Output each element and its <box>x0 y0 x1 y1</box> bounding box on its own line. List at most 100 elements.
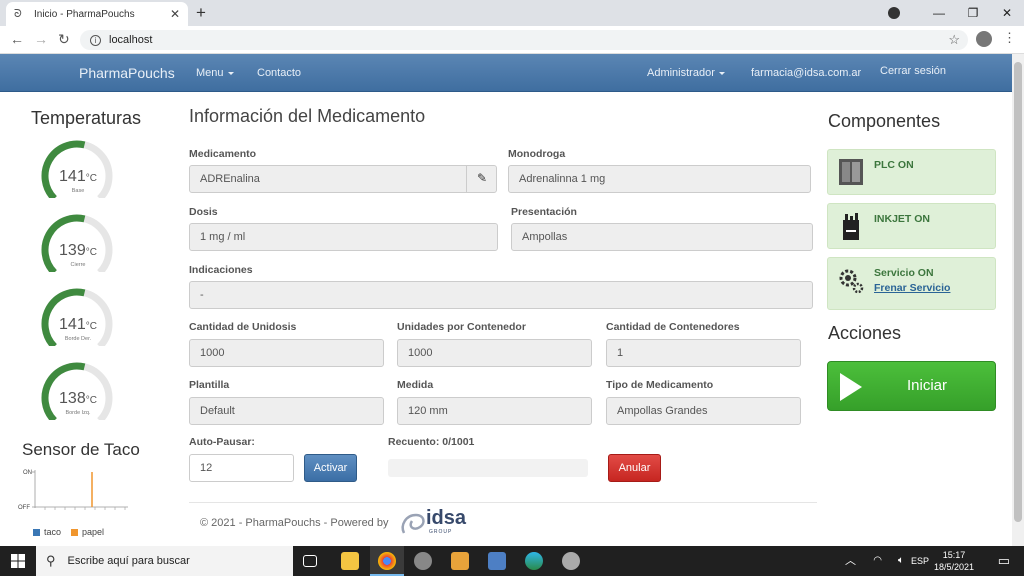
notifications-icon[interactable]: ▭ <box>998 546 1010 576</box>
gauge-label: Base <box>71 188 85 194</box>
gauge-borde-der: 141°C Borde Der. <box>38 286 118 350</box>
settings-gear-icon[interactable] <box>414 552 432 570</box>
taskbar-clock[interactable]: 15:17 18/5/2021 <box>934 549 974 573</box>
form-title: Información del Medicamento <box>189 106 426 126</box>
sensor-x-ticks <box>44 507 126 510</box>
plantilla-label: Plantilla <box>189 379 230 391</box>
plc-status-panel: PLC ON <box>827 149 996 195</box>
record-icon[interactable] <box>888 7 900 19</box>
forward-icon[interactable]: → <box>34 31 48 47</box>
presentacion-field[interactable]: Ampollas <box>511 223 813 251</box>
medida-field[interactable]: 120 mm <box>397 397 592 425</box>
tray-chevron-icon[interactable]: ︿ <box>845 546 856 576</box>
app-icon[interactable] <box>451 552 469 570</box>
chrome-icon[interactable] <box>378 552 396 570</box>
cant-unidosis-field[interactable]: 1000 <box>189 339 384 367</box>
dosis-label: Dosis <box>189 206 218 218</box>
unidades-cont-field[interactable]: 1000 <box>397 339 592 367</box>
recuento-progress-bar <box>388 459 588 477</box>
info-icon[interactable]: i <box>90 34 101 46</box>
app-icon[interactable] <box>562 552 580 570</box>
autopausar-input[interactable]: 12 <box>189 454 294 482</box>
sensor-title: Sensor de Taco <box>22 440 140 459</box>
dosis-field[interactable]: 1 mg / ml <box>189 223 498 251</box>
file-explorer-icon[interactable] <box>341 552 359 570</box>
profile-avatar-icon[interactable] <box>976 31 992 47</box>
email-link[interactable]: farmacia@idsa.com.ar <box>751 54 861 92</box>
iniciar-button[interactable]: Iniciar <box>827 361 996 411</box>
medicamento-field[interactable]: ADREnalina <box>189 165 497 193</box>
new-tab-icon[interactable]: + <box>196 3 206 23</box>
cant-cont-field[interactable]: 1 <box>606 339 801 367</box>
iniciar-label: Iniciar <box>906 377 947 394</box>
anular-button[interactable]: Anular <box>608 454 661 482</box>
bookmark-star-icon[interactable]: ☆ <box>948 32 960 48</box>
user-dropdown[interactable]: Administrador <box>647 54 725 92</box>
sensor-on-label: ON <box>23 470 32 476</box>
footer-text: © 2021 - PharmaPouchs - Powered by <box>200 517 389 529</box>
more-menu-icon[interactable]: ⋮ <box>1003 30 1016 46</box>
back-icon[interactable]: ← <box>10 31 24 47</box>
sensor-off-label: OFF <box>18 505 30 511</box>
plantilla-field[interactable]: Default <box>189 397 384 425</box>
url-text: localhost <box>109 34 153 46</box>
autopausar-label: Auto-Pausar: <box>189 436 255 448</box>
taskbar-search-placeholder: Escribe aquí para buscar <box>67 555 190 567</box>
edit-icon: ✎ <box>476 171 488 185</box>
indicaciones-label: Indicaciones <box>189 264 253 276</box>
gears-icon <box>839 269 864 294</box>
browser-tab[interactable]: ᘐ Inicio - PharmaPouchs ✕ <box>6 2 188 26</box>
page-scrollbar[interactable] <box>1012 54 1024 546</box>
frenar-servicio-link[interactable]: Frenar Servicio <box>874 282 950 294</box>
menu-dropdown[interactable]: Menu <box>196 54 234 92</box>
legend-item-papel[interactable]: papel <box>71 527 104 537</box>
legend-item-taco[interactable]: taco <box>33 527 61 537</box>
sensor-legend: taco papel <box>33 527 104 537</box>
language-indicator[interactable]: ESP <box>911 546 929 576</box>
task-view-icon[interactable] <box>303 555 317 567</box>
gauge-value: 139°C <box>59 242 97 259</box>
recuento-label: Recuento: 0/1001 <box>388 436 475 448</box>
plc-icon <box>839 159 863 185</box>
reload-icon[interactable]: ↻ <box>58 31 70 48</box>
inkjet-printer-icon <box>843 213 859 240</box>
windows-taskbar: ⚲ Escribe aquí para buscar ︿ ◠ 🔈︎ ESP ▭ … <box>0 546 1024 576</box>
plc-status-label: PLC ON <box>874 159 914 171</box>
menu-label: Menu <box>196 67 224 79</box>
tipo-field[interactable]: Ampollas Grandes <box>606 397 801 425</box>
tipo-label: Tipo de Medicamento <box>606 379 714 391</box>
windows-start-icon[interactable] <box>11 554 25 568</box>
footer-divider <box>189 502 817 503</box>
browser-tab-bar: ᘐ Inicio - PharmaPouchs ✕ + — ❐ ✕ <box>0 0 1024 26</box>
gauge-base: 141°C Base <box>38 138 118 202</box>
remote-desktop-icon[interactable] <box>488 552 506 570</box>
contacto-link[interactable]: Contacto <box>257 54 301 92</box>
taskbar-search-box[interactable]: ⚲ Escribe aquí para buscar <box>36 546 293 576</box>
edit-medicamento-button[interactable]: ✎ <box>466 165 497 193</box>
volume-icon[interactable]: 🔈︎ <box>898 546 904 576</box>
brand-link[interactable]: PharmaPouchs <box>79 54 175 92</box>
close-window-icon[interactable]: ✕ <box>990 6 1024 20</box>
gauge-value: 141°C <box>59 168 97 185</box>
monodroga-field[interactable]: Adrenalinna 1 mg <box>508 165 811 193</box>
restore-icon[interactable]: ❐ <box>956 6 990 20</box>
site-favicon-icon: ᘐ <box>14 8 22 20</box>
gauge-value: 138°C <box>59 390 97 407</box>
caret-down-icon <box>227 71 234 75</box>
scrollbar-thumb[interactable] <box>1014 62 1022 522</box>
address-bar: ← → ↻ i localhost ☆ <box>0 26 1024 54</box>
app-navbar: PharmaPouchs Menu Contacto Administrador… <box>0 54 1024 92</box>
minimize-icon[interactable]: — <box>922 6 956 20</box>
monodroga-label: Monodroga <box>508 148 566 160</box>
url-input[interactable]: i localhost ☆ <box>80 30 968 50</box>
close-tab-icon[interactable]: ✕ <box>170 7 180 21</box>
gauge-value: 141°C <box>59 316 97 333</box>
edge-icon[interactable] <box>525 552 543 570</box>
idsa-logo: idsa GROUP <box>398 507 472 539</box>
indicaciones-field[interactable]: - <box>189 281 813 309</box>
gauge-label: Cierre <box>70 262 86 268</box>
acciones-title: Acciones <box>828 323 902 343</box>
logout-link[interactable]: Cerrar sesión <box>880 52 946 90</box>
wifi-icon[interactable]: ◠ <box>873 546 882 576</box>
activar-button[interactable]: Activar <box>304 454 357 482</box>
